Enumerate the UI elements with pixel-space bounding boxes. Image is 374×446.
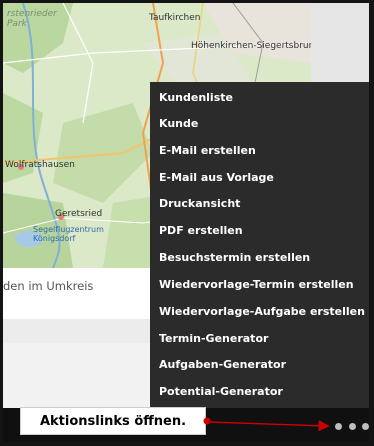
more-dots-icon[interactable] <box>335 417 369 435</box>
dot <box>348 422 356 430</box>
screenshot-frame: rstenrieder Park Taufkirchen Höhenkirche… <box>3 3 369 442</box>
red-arrow-icon <box>203 417 330 432</box>
dot <box>335 422 342 430</box>
dot <box>362 422 369 430</box>
